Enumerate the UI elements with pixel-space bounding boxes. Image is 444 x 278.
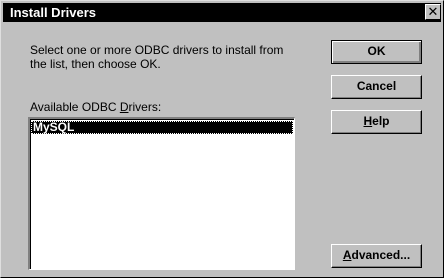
label-prefix: Available ODBC [30, 100, 120, 114]
cancel-label: Cancel [356, 79, 397, 93]
title-bar[interactable]: Install Drivers ✕ [3, 3, 441, 22]
install-drivers-dialog: Install Drivers ✕ Select one or more ODB… [0, 0, 444, 278]
cancel-button[interactable]: Cancel [331, 75, 422, 99]
label-suffix: rivers: [128, 100, 162, 114]
instruction-text: Select one or more ODBC drivers to insta… [30, 43, 284, 71]
advanced-label: dvanced... [351, 248, 411, 262]
dialog-title: Install Drivers [10, 5, 96, 20]
close-glyph: ✕ [427, 4, 439, 19]
ok-label: OK [367, 44, 386, 58]
list-item-mysql[interactable]: MySQL [31, 121, 293, 134]
help-label: elp [372, 114, 390, 128]
close-icon[interactable]: ✕ [425, 4, 441, 20]
ok-button[interactable]: OK [331, 40, 422, 64]
drivers-listbox[interactable]: MySQL [28, 117, 295, 270]
help-button[interactable]: Help [331, 110, 422, 134]
advanced-button[interactable]: Advanced... [331, 244, 422, 268]
label-mnemonic: D [119, 100, 129, 114]
help-mnemonic: H [363, 114, 373, 128]
available-drivers-label: Available ODBC Drivers: [30, 100, 161, 114]
